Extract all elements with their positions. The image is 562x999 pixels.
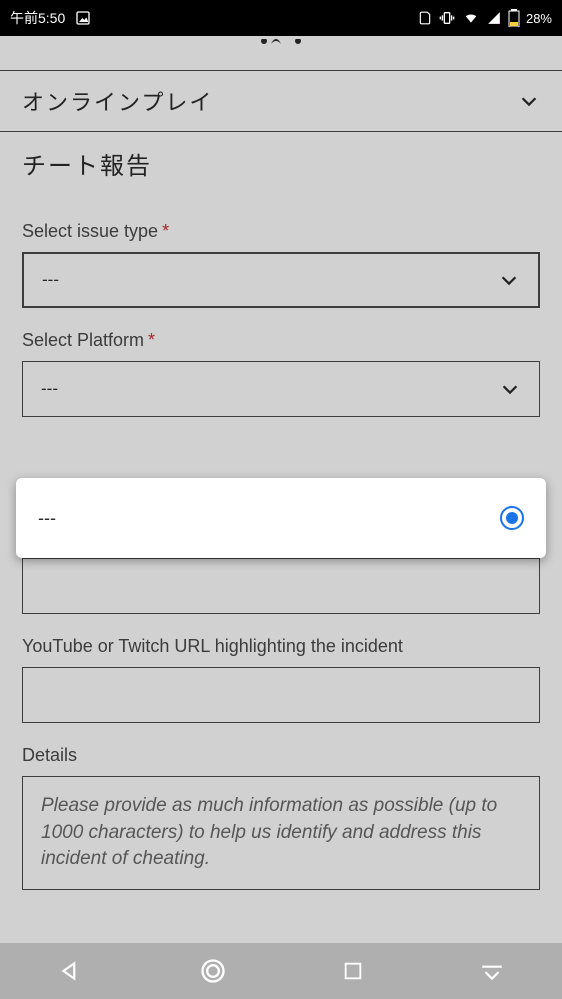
sdcard-icon	[418, 10, 432, 26]
nav-recent-button[interactable]	[342, 960, 364, 982]
nav-back-button[interactable]	[58, 958, 84, 984]
select-value: ---	[42, 270, 59, 290]
field-platform: Select Platform* ---	[22, 330, 540, 417]
picker-option[interactable]: ---	[16, 478, 546, 558]
vibrate-icon	[438, 10, 456, 26]
select-issue-type[interactable]: ---	[22, 252, 540, 308]
select-value: ---	[41, 379, 58, 399]
label-issue-type: Select issue type*	[22, 221, 540, 242]
chevron-down-icon	[499, 378, 521, 400]
status-time: 午前5:50	[10, 8, 65, 28]
nav-home-button[interactable]	[199, 957, 227, 985]
radio-selected-icon	[500, 506, 524, 530]
select-picker-dialog[interactable]: ---	[16, 478, 546, 558]
system-navbar	[0, 943, 562, 999]
textarea-details[interactable]: Please provide as much information as po…	[22, 776, 540, 890]
required-asterisk: *	[148, 330, 155, 350]
picture-icon	[75, 10, 91, 26]
section-title-text: チート報告	[22, 153, 152, 180]
wifi-icon	[462, 11, 480, 25]
field-video-url: YouTube or Twitch URL highlighting the i…	[22, 636, 540, 723]
picker-option-label: ---	[38, 508, 56, 529]
input-offender-handle[interactable]	[22, 558, 540, 614]
label-details: Details	[22, 745, 540, 766]
label-video-url: YouTube or Twitch URL highlighting the i…	[22, 636, 540, 657]
section-cheat-report: チート報告	[0, 131, 562, 191]
logo-icon	[246, 36, 316, 54]
details-placeholder: Please provide as much information as po…	[41, 795, 497, 869]
field-issue-type: Select issue type* ---	[22, 221, 540, 308]
battery-icon	[508, 9, 520, 27]
chevron-down-icon	[498, 269, 520, 291]
field-details: Details Please provide as much informati…	[22, 745, 540, 890]
chevron-down-icon	[518, 90, 540, 112]
statusbar: 午前5:50 28%	[0, 0, 562, 36]
required-asterisk: *	[162, 221, 169, 241]
signal-icon	[486, 11, 502, 25]
label-platform: Select Platform*	[22, 330, 540, 351]
accordion-online-play[interactable]: オンラインプレイ	[0, 70, 562, 131]
input-video-url[interactable]	[22, 667, 540, 723]
battery-pct: 28%	[526, 11, 552, 26]
accordion-label: オンラインプレイ	[22, 85, 213, 117]
page-header	[0, 36, 562, 70]
select-platform[interactable]: ---	[22, 361, 540, 417]
nav-ime-button[interactable]	[479, 958, 505, 984]
